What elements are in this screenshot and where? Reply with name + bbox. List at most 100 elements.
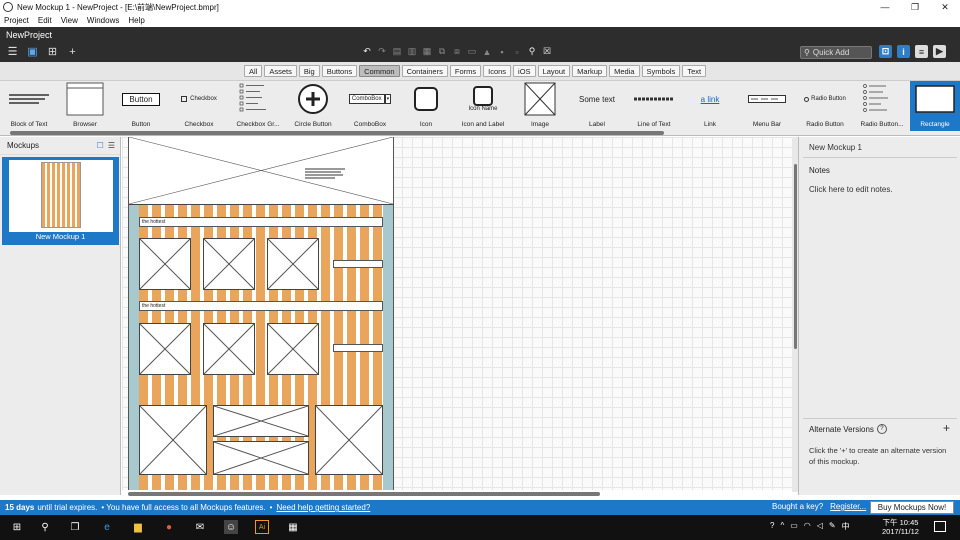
more-button[interactable] (333, 344, 383, 352)
library-item-browser[interactable]: Browser (60, 81, 110, 131)
add-icon[interactable]: + (66, 45, 79, 58)
section-title-bar[interactable]: the hottest (139, 301, 383, 311)
menu-view[interactable]: View (61, 16, 78, 25)
feature-image[interactable] (139, 405, 207, 475)
filter-icons[interactable]: Icons (483, 65, 512, 77)
network-icon[interactable]: ▭ (790, 521, 798, 532)
add-alternate-icon[interactable]: + (943, 421, 950, 435)
header-image-placeholder[interactable] (129, 137, 393, 205)
product-image[interactable] (203, 323, 255, 375)
help-link[interactable]: Need help getting started? (276, 503, 370, 512)
library-item-link[interactable]: a link Link (686, 81, 734, 131)
library-item-circle-button[interactable]: Circle Button (288, 81, 338, 131)
single-view-icon[interactable]: ▣ (26, 45, 39, 58)
align-icon[interactable]: ▭ (467, 46, 477, 57)
properties-icon[interactable]: ≡ (915, 45, 928, 58)
mockup-canvas[interactable]: the hottest the hottest (122, 137, 792, 490)
library-scrollbar[interactable] (10, 131, 664, 135)
product-image[interactable] (267, 238, 319, 290)
presentation-icon[interactable]: ▶ (933, 45, 946, 58)
language-indicator[interactable]: 中 (842, 521, 850, 532)
more-button[interactable] (333, 260, 383, 268)
windows-start-icon[interactable]: ⊞ (10, 520, 24, 534)
feature-image[interactable] (213, 441, 309, 475)
product-image[interactable] (139, 323, 191, 375)
bring-front-icon[interactable]: ▲ (482, 46, 492, 57)
copy-icon[interactable]: ▤ (392, 46, 402, 57)
product-image[interactable] (267, 323, 319, 375)
menu-edit[interactable]: Edit (38, 16, 52, 25)
filter-big[interactable]: Big (298, 65, 320, 77)
hamburger-menu-icon[interactable]: ☰ (6, 45, 19, 58)
duplicate-icon[interactable]: ▥ (407, 46, 417, 57)
register-link[interactable]: Register... (830, 502, 866, 511)
filter-forms[interactable]: Forms (449, 65, 482, 77)
maximize-button[interactable]: ❐ (900, 0, 930, 14)
search-icon[interactable]: ⚲ (527, 46, 537, 57)
unlock-icon[interactable]: ▫ (512, 46, 522, 57)
ungroup-icon[interactable]: ⧈ (452, 46, 462, 57)
product-image[interactable] (203, 238, 255, 290)
product-image[interactable] (139, 238, 191, 290)
library-item-icon-and-label[interactable]: Icon Name Icon and Label (456, 81, 510, 131)
menu-project[interactable]: Project (4, 16, 29, 25)
filter-symbols[interactable]: Symbols (641, 65, 681, 77)
illustrator-icon[interactable]: Ai (255, 520, 269, 534)
library-item-button[interactable]: Button Button (116, 81, 166, 131)
volume-icon[interactable]: ◁ (817, 521, 823, 532)
chrome-icon[interactable]: ● (162, 520, 176, 534)
library-item-block-of-text[interactable]: Block of Text (2, 81, 56, 131)
file-explorer-icon[interactable]: ▆ (131, 520, 145, 534)
edge-browser-icon[interactable]: e (100, 520, 114, 534)
library-item-label[interactable]: Some text Label (570, 81, 624, 131)
filter-containers[interactable]: Containers (401, 65, 448, 77)
delete-icon[interactable]: ☒ (542, 46, 552, 57)
filter-all[interactable]: All (244, 65, 263, 77)
mockup-page[interactable]: the hottest the hottest (128, 137, 394, 490)
feature-image[interactable] (213, 405, 309, 437)
mail-icon[interactable]: ✉ (193, 520, 207, 534)
canvas-vertical-scrollbar[interactable] (794, 164, 797, 349)
filter-assets[interactable]: Assets (264, 65, 297, 77)
paste-icon[interactable]: ▦ (422, 46, 432, 57)
library-item-checkbox[interactable]: Checkbox Checkbox (172, 81, 226, 131)
search-icon[interactable]: ⚲ (38, 520, 52, 534)
filter-layout[interactable]: Layout (537, 65, 571, 77)
library-item-line-of-text[interactable]: Line of Text (630, 81, 678, 131)
notification-icon[interactable] (934, 521, 946, 532)
filter-ios[interactable]: iOS (513, 65, 536, 77)
canvas-horizontal-scrollbar[interactable] (128, 492, 600, 496)
filter-common[interactable]: Common (359, 65, 400, 77)
notes-edit-area[interactable]: Click here to edit notes. (809, 185, 893, 194)
info-icon[interactable]: i (897, 45, 910, 58)
mockup-name-field[interactable]: New Mockup 1 (809, 143, 862, 152)
task-view-icon[interactable]: ❐ (68, 520, 82, 534)
list-view-icon[interactable]: ☰ (108, 141, 115, 150)
minimize-button[interactable]: — (870, 0, 900, 14)
filter-buttons[interactable]: Buttons (321, 65, 358, 77)
redo-icon[interactable]: ↷ (377, 46, 387, 57)
library-item-menu-bar[interactable]: Menu Bar (742, 81, 792, 131)
mockup-thumbnail[interactable]: New Mockup 1 (2, 157, 119, 245)
pen-icon[interactable]: ✎ (829, 521, 836, 532)
section-title-bar[interactable]: the hottest (139, 217, 383, 227)
filter-media[interactable]: Media (609, 65, 640, 77)
undo-icon[interactable]: ↶ (362, 46, 372, 57)
help-icon[interactable]: ? (876, 424, 887, 434)
balsamiq-icon[interactable]: ☺ (224, 520, 238, 534)
chevron-up-icon[interactable]: ^ (780, 521, 784, 532)
quick-add-input[interactable]: ⚲ Quick Add (800, 46, 872, 59)
wifi-icon[interactable]: ◠ (804, 521, 811, 532)
library-item-checkbox-group[interactable]: Checkbox Gr... (230, 81, 286, 131)
library-item-radio-button[interactable]: Radio Button Radio Button (798, 81, 852, 131)
calculator-icon[interactable]: ▦ (286, 520, 300, 534)
thumbnail-view-icon[interactable]: ☐ (97, 141, 104, 150)
clock[interactable]: 下午 10:45 2017/11/12 (882, 518, 919, 536)
library-item-icon[interactable]: Icon (402, 81, 450, 131)
feature-image[interactable] (315, 405, 383, 475)
library-item-combobox[interactable]: ComboBox ▾ ComboBox (344, 81, 396, 131)
menu-windows[interactable]: Windows (87, 16, 119, 25)
filter-markup[interactable]: Markup (572, 65, 608, 77)
project-tab[interactable]: NewProject (0, 27, 960, 42)
group-icon[interactable]: ⧉ (437, 46, 447, 57)
